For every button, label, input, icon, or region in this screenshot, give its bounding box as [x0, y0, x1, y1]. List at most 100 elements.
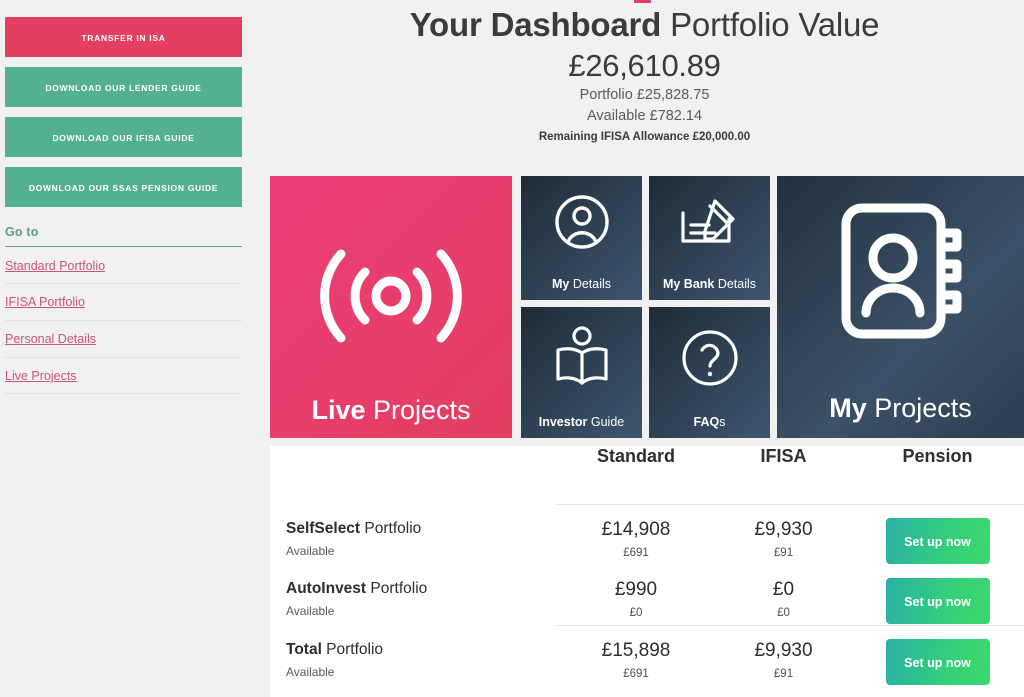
tile-label-bold: Investor [538, 415, 588, 429]
user-circle-icon [521, 193, 642, 251]
row-ifisa-cell: £9,930 £91 [716, 505, 851, 565]
row-ifisa-available: £91 [773, 668, 794, 680]
tile-label-rest: Projects [866, 393, 972, 423]
tile-live-projects-label: Live Projects [270, 395, 512, 426]
portfolio-summary-card: Standard IFISA Pension SelfSelect Portfo… [270, 446, 1024, 697]
download-lender-guide-button[interactable]: DOWNLOAD OUR LENDER GUIDE [5, 67, 242, 107]
portfolio-amount-line: Portfolio £25,828.75 [579, 87, 710, 103]
set-up-now-button[interactable]: Set up now [885, 518, 990, 564]
tile-my-details-label: My Details [521, 277, 642, 291]
row-standard-available: £691 [623, 668, 649, 680]
transfer-in-isa-button[interactable]: TRANSFER IN ISA [5, 17, 242, 57]
tile-label-bold: My Bank [662, 277, 715, 291]
column-header-name [270, 446, 556, 504]
row-pension-cell: Set up now [851, 626, 1024, 686]
available-amount-line: Available £782.14 [586, 108, 703, 124]
column-header-pension: Pension [902, 446, 973, 466]
tile-my-projects[interactable]: My Projects [777, 176, 1024, 438]
row-title-rest: Portfolio [360, 520, 422, 537]
question-mark-circle-icon [649, 328, 770, 388]
column-header-ifisa: IFISA [760, 446, 807, 466]
table-header-row: Standard IFISA Pension [270, 446, 1024, 504]
page-title-bold: Your Dashboard [409, 6, 662, 43]
row-name-cell: AutoInvest Portfolio Available [270, 565, 556, 625]
row-ifisa-available: £91 [773, 547, 794, 559]
tile-my-bank-details-label: My Bank Details [649, 277, 770, 291]
row-title-bold: Total [286, 641, 322, 658]
row-available-label: Available [286, 604, 335, 618]
tile-my-details[interactable]: My Details [521, 176, 642, 300]
sidebar-item-ifisa-portfolio[interactable]: IFISA Portfolio [5, 295, 85, 309]
tile-live-projects[interactable]: Live Projects [270, 176, 512, 438]
tile-label-bold: FAQ [693, 415, 720, 429]
tile-label-rest: Details [569, 277, 612, 291]
row-standard-value: £990 [614, 579, 658, 600]
address-book-icon [777, 199, 1024, 343]
download-ifisa-guide-button[interactable]: DOWNLOAD OUR IFISA GUIDE [5, 117, 242, 157]
tile-label-bold: My [829, 393, 867, 423]
tile-my-bank-details[interactable]: My Bank Details [649, 176, 770, 300]
row-name-cell: Total Portfolio Available [270, 626, 556, 686]
sidebar-item-standard-portfolio[interactable]: Standard Portfolio [5, 259, 105, 273]
dashboard-header: Your Dashboard Portfolio Value £26,610.8… [265, 0, 1024, 147]
tile-label-rest: Projects [365, 395, 471, 425]
sidebar-item-personal-details[interactable]: Personal Details [5, 332, 96, 346]
row-title-rest: Portfolio [366, 580, 428, 597]
sidebar-link-divider [5, 393, 242, 394]
row-title: SelfSelect Portfolio [286, 519, 556, 539]
row-available-label: Available [286, 665, 335, 679]
broadcast-signal-icon [270, 236, 512, 356]
column-header-standard: Standard [596, 446, 675, 466]
row-title: AutoInvest Portfolio [286, 579, 556, 599]
row-title-rest: Portfolio [321, 641, 384, 658]
accent-dash-marker [634, 0, 651, 3]
tile-investor-guide-label: Investor Guide [521, 415, 642, 429]
row-ifisa-value: £9,930 [754, 519, 813, 540]
tile-faqs[interactable]: FAQs [649, 307, 770, 438]
cheque-pen-icon [649, 195, 770, 251]
row-standard-value: £14,908 [601, 519, 671, 540]
page-title: Your Dashboard Portfolio Value [265, 0, 1024, 47]
open-book-person-icon [521, 325, 642, 389]
table-row: Total Portfolio Available £15,898 £691 £… [270, 626, 1024, 686]
row-title-bold: AutoInvest [286, 580, 367, 597]
tile-label-bold: Live [311, 395, 366, 425]
row-standard-available: £691 [623, 547, 649, 559]
sidebar-link-divider [5, 320, 242, 321]
row-ifisa-available: £0 [777, 607, 790, 619]
row-pension-cell: Set up now [851, 565, 1024, 625]
row-standard-cell: £15,898 £691 [556, 626, 716, 686]
set-up-now-button[interactable]: Set up now [885, 639, 990, 685]
tile-grid: Live Projects My Details My Bank Details [270, 176, 1024, 438]
row-title: Total Portfolio [286, 640, 556, 660]
table-head: Standard IFISA Pension [270, 446, 1024, 505]
row-available-label: Available [286, 544, 335, 558]
total-portfolio-value: £26,610.89 [568, 48, 721, 83]
row-standard-cell: £990 £0 [556, 565, 716, 625]
goto-divider [5, 246, 242, 247]
tile-faqs-label: FAQs [649, 415, 770, 429]
row-ifisa-value: £0 [772, 579, 795, 600]
tile-my-projects-label: My Projects [777, 393, 1024, 424]
row-ifisa-value: £9,930 [754, 640, 813, 661]
table-body: SelfSelect Portfolio Available £14,908 £… [270, 505, 1024, 686]
row-name-cell: SelfSelect Portfolio Available [270, 505, 556, 565]
row-standard-value: £15,898 [601, 640, 671, 661]
sidebar: TRANSFER IN ISA DOWNLOAD OUR LENDER GUID… [0, 0, 265, 697]
row-ifisa-cell: £0 £0 [716, 565, 851, 625]
row-ifisa-cell: £9,930 £91 [716, 626, 851, 686]
tile-investor-guide[interactable]: Investor Guide [521, 307, 642, 438]
sidebar-link-divider [5, 357, 242, 358]
download-ssas-pension-guide-button[interactable]: DOWNLOAD OUR SSAS PENSION GUIDE [5, 167, 242, 207]
tile-label-rest: Guide [587, 415, 625, 429]
row-standard-cell: £14,908 £691 [556, 505, 716, 565]
set-up-now-button[interactable]: Set up now [885, 578, 990, 624]
tile-label-rest: Details [714, 277, 757, 291]
remaining-ifisa-allowance-line: Remaining IFISA Allowance £20,000.00 [538, 131, 751, 143]
tile-label-rest: s [719, 415, 726, 429]
row-pension-cell: Set up now [851, 505, 1024, 565]
sidebar-item-live-projects[interactable]: Live Projects [5, 369, 77, 383]
row-standard-available: £0 [629, 607, 643, 619]
page-title-rest: Portfolio Value [661, 6, 880, 43]
goto-section-label: Go to [5, 225, 39, 239]
